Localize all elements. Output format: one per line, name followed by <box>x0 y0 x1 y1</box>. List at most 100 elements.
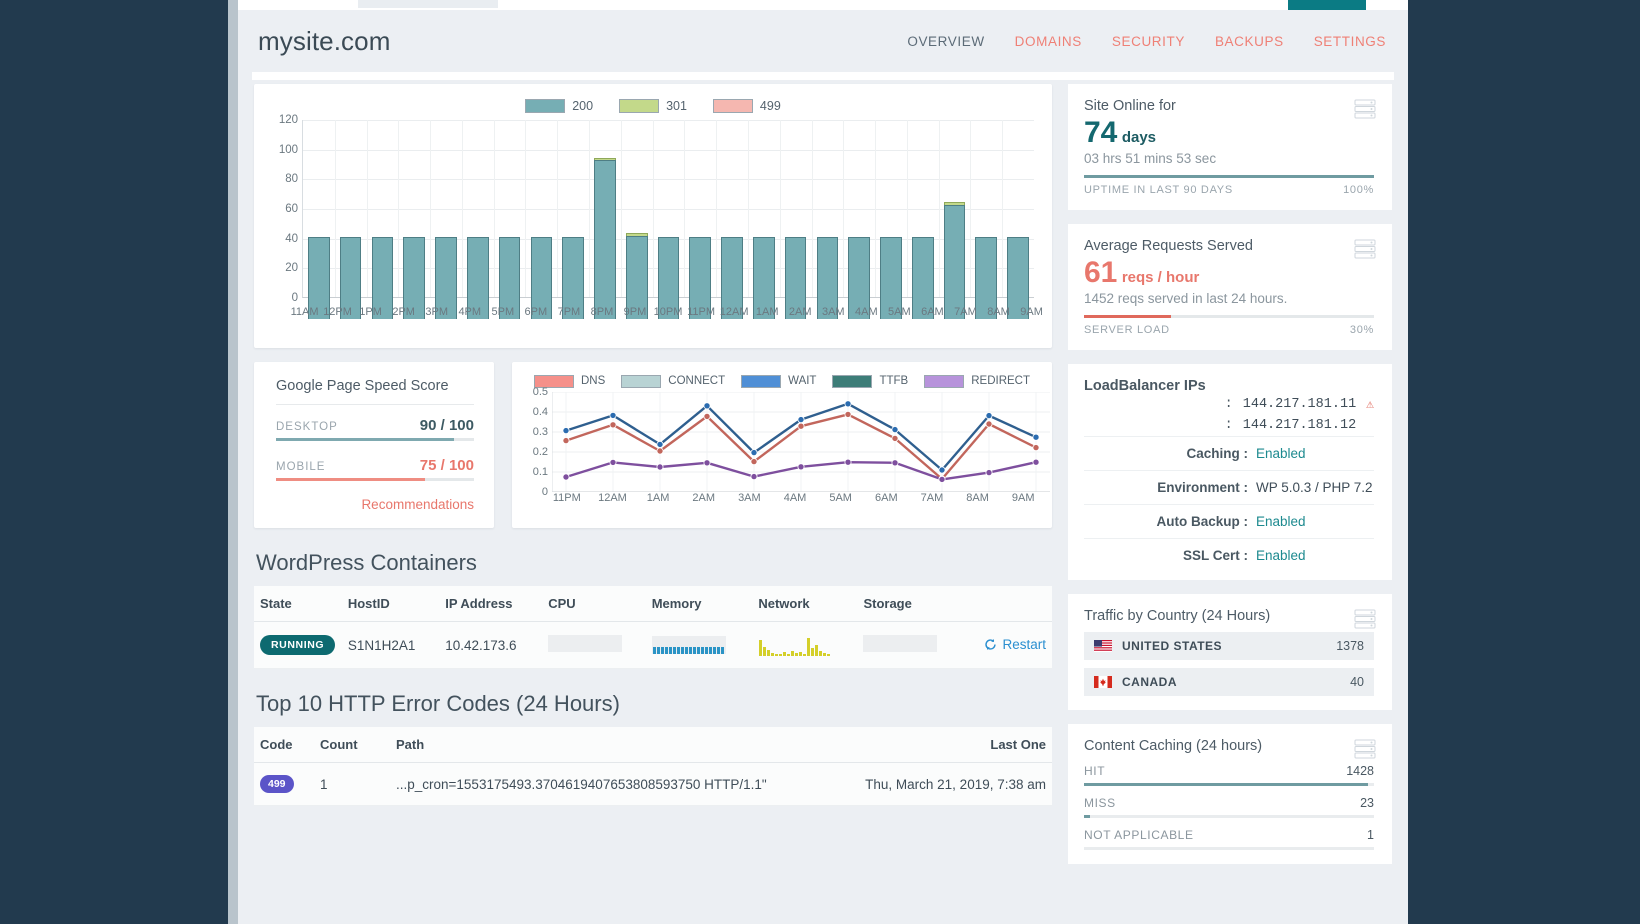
legend-item-redirect[interactable]: REDIRECT <box>924 374 1030 388</box>
ip-colon: : <box>1224 418 1233 433</box>
ca-flag-icon <box>1094 676 1112 688</box>
legend-item-200[interactable]: 200 <box>525 99 593 113</box>
col-hostid: HostID <box>341 586 440 622</box>
data-point <box>891 426 899 434</box>
bar-chart-legend: 200 301 499 <box>268 94 1038 118</box>
top-strip-active-tab <box>1288 0 1366 10</box>
data-point <box>750 449 758 457</box>
cpu-sparkline <box>548 635 623 652</box>
y-tick-label: 120 <box>278 114 298 126</box>
cache-hit-label: HIT <box>1084 764 1106 778</box>
header-divider <box>252 72 1394 80</box>
bar-slot[interactable] <box>970 120 1002 319</box>
bar-slot[interactable] <box>462 120 494 319</box>
restart-button[interactable]: Restart <box>984 637 1046 652</box>
bar-slot[interactable] <box>430 120 462 319</box>
ssl-cert-row: SSL Cert : Enabled <box>1084 538 1374 572</box>
container-state-cell: RUNNING <box>254 621 342 669</box>
data-point <box>703 459 711 467</box>
cache-na-label: NOT APPLICABLE <box>1084 828 1194 842</box>
server-stack-icon <box>1354 608 1376 635</box>
data-point <box>750 458 758 466</box>
server-stack-icon <box>1354 238 1376 265</box>
page-speed-desktop-score: 90 / 100 <box>419 417 474 434</box>
bar-slot[interactable] <box>335 120 367 319</box>
col-lastone: Last One <box>830 727 1052 763</box>
traffic-by-country-panel: Traffic by Country (24 Hours) UNITED STA… <box>1068 594 1392 710</box>
bar-slot[interactable] <box>875 120 907 319</box>
legend-swatch-wait <box>741 374 782 388</box>
bar-slot[interactable] <box>621 120 653 319</box>
legend-item-301[interactable]: 301 <box>619 99 687 113</box>
data-point <box>891 434 899 442</box>
bar-slot[interactable] <box>812 120 844 319</box>
network-sparkline <box>758 634 833 656</box>
legend-item-ttfb[interactable]: TTFB <box>832 374 908 388</box>
bar-chart-plot: 0 20 40 60 80 100 120 <box>279 114 1034 320</box>
nav-item-backups[interactable]: BACKUPS <box>1215 34 1284 49</box>
data-point <box>656 463 664 471</box>
y-tick-label: 100 <box>278 143 298 156</box>
bar-slot[interactable] <box>653 120 685 319</box>
cache-miss-value: 23 <box>1360 796 1374 810</box>
bar-slot[interactable] <box>525 120 557 319</box>
bar-8PM[interactable] <box>594 158 616 319</box>
nav-item-domains[interactable]: DOMAINS <box>1015 34 1082 49</box>
line-x-tick: 1AM <box>646 492 670 504</box>
legend-item-connect[interactable]: CONNECT <box>621 374 725 388</box>
bar-slot[interactable] <box>557 120 589 319</box>
bar-slot[interactable] <box>716 120 748 319</box>
legend-label-301: 301 <box>666 99 687 113</box>
server-load-footer: SERVER LOAD 30% <box>1084 324 1374 336</box>
bar-7AM[interactable] <box>943 201 966 319</box>
data-point <box>985 412 993 420</box>
bar-slot[interactable] <box>843 120 875 319</box>
legend-swatch-redirect <box>924 374 965 388</box>
data-point <box>985 420 993 428</box>
x-tick-label: 1PM <box>359 306 382 318</box>
bar-slot[interactable] <box>398 120 430 319</box>
legend-label-dns: DNS <box>580 375 606 387</box>
bar-slot[interactable] <box>1002 120 1034 319</box>
x-tick-label: 8PM <box>590 306 614 318</box>
container-actions-cell: Restart <box>978 621 1052 669</box>
main-nav: OVERVIEW DOMAINS SECURITY BACKUPS SETTIN… <box>907 34 1386 49</box>
recommendations-link[interactable]: Recommendations <box>276 497 474 512</box>
list-item: HIT 1428 <box>1084 764 1374 786</box>
bar-slot[interactable] <box>494 120 526 319</box>
error-count-cell: 1 <box>314 762 390 806</box>
bar-slot[interactable] <box>780 120 812 319</box>
container-ip-cell: 10.42.173.6 <box>439 621 543 669</box>
bar-slot[interactable] <box>939 120 971 319</box>
x-tick-label: 3AM <box>821 306 845 318</box>
page-speed-mobile-label: MOBILE <box>276 461 326 473</box>
nav-item-security[interactable]: SECURITY <box>1112 34 1185 49</box>
bar-slot[interactable] <box>684 120 716 319</box>
legend-item-wait[interactable]: WAIT <box>741 374 816 388</box>
bar-slot[interactable] <box>367 120 399 319</box>
list-item: UNITED STATES 1378 <box>1084 632 1374 660</box>
uptime-value-row: 74 days <box>1084 116 1374 150</box>
legend-swatch-connect <box>621 374 662 388</box>
line-x-tick: 2AM <box>692 492 716 504</box>
top-strip-ghost <box>358 0 498 8</box>
data-point <box>1032 458 1040 466</box>
bar-slot[interactable] <box>589 120 621 319</box>
country-count: 40 <box>1350 675 1364 689</box>
nav-item-overview[interactable]: OVERVIEW <box>907 34 984 49</box>
containers-header-row: State HostID IP Address CPU Memory Netwo… <box>254 586 1052 622</box>
nav-item-settings[interactable]: SETTINGS <box>1314 34 1386 49</box>
data-point <box>938 466 946 474</box>
data-point <box>609 458 617 466</box>
legend-item-499[interactable]: 499 <box>712 99 781 113</box>
ip-colon: : <box>1224 397 1233 412</box>
bar-slot[interactable] <box>907 120 939 319</box>
page-speed-desktop-fill <box>276 438 455 441</box>
refresh-icon <box>985 638 997 650</box>
caching-value: Enabled <box>1256 446 1306 461</box>
containers-table: State HostID IP Address CPU Memory Netwo… <box>254 586 1052 669</box>
bar-slot[interactable] <box>748 120 780 319</box>
page-speed-desktop-row: DESKTOP 90 / 100 <box>276 417 474 434</box>
bar-slot[interactable] <box>303 120 335 319</box>
left-scroll-gutter <box>228 0 238 924</box>
